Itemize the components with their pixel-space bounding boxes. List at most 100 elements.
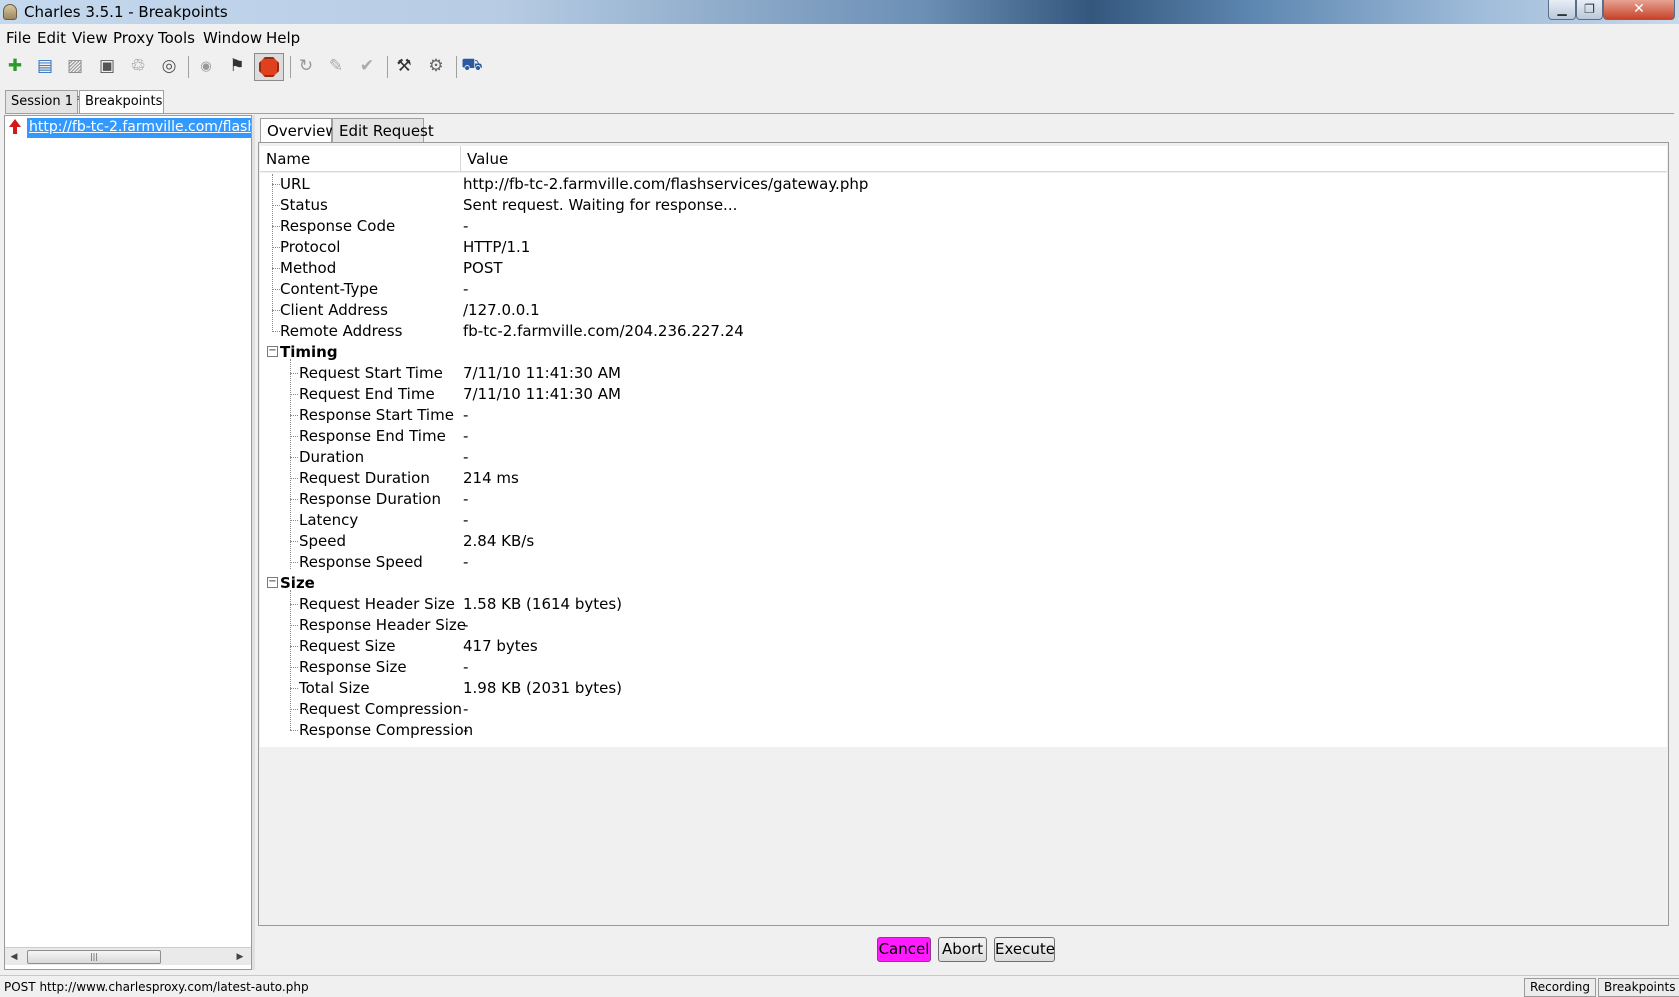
scroll-thumb[interactable]: ||| <box>27 950 161 964</box>
row-name: Request Size <box>299 637 396 655</box>
validate-icon[interactable]: ✔ <box>355 54 379 78</box>
column-header-value[interactable]: Value <box>467 150 508 168</box>
menu-proxy[interactable]: Proxy <box>113 29 154 47</box>
settings-icon[interactable]: ⚙ <box>424 54 448 78</box>
row-value: 214 ms <box>463 469 519 487</box>
tree-item-url[interactable]: http://fb-tc-2.farmville.com/flashservic… <box>27 118 251 138</box>
tools-icon[interactable]: ⚒ <box>392 54 416 78</box>
row-name: Response Size <box>299 658 407 676</box>
row-value: - <box>463 427 469 445</box>
minimize-button[interactable]: ▁ <box>1548 0 1576 20</box>
open-icon[interactable]: ▤ <box>33 54 57 78</box>
table-row[interactable]: Response Duration - <box>260 489 1667 510</box>
cancel-button[interactable]: Cancel <box>877 937 931 962</box>
column-header-name[interactable]: Name <box>266 150 310 168</box>
table-row[interactable]: Request Start Time 7/11/10 11:41:30 AM <box>260 363 1667 384</box>
tree-line <box>290 359 291 569</box>
tree-connector <box>290 667 298 668</box>
throttle-icon[interactable]: ⚑ <box>225 54 249 78</box>
table-row[interactable]: Speed 2.84 KB/s <box>260 531 1667 552</box>
save-icon[interactable]: ▣ <box>95 54 119 78</box>
table-row[interactable]: URL http://fb-tc-2.farmville.com/flashser… <box>260 174 1667 195</box>
row-value: 2.84 KB/s <box>463 532 535 550</box>
edit-icon[interactable]: ✎ <box>324 54 348 78</box>
tab-overview[interactable]: Overview <box>260 118 338 142</box>
repeat-icon[interactable]: ↻ <box>294 54 318 78</box>
row-name: Method <box>280 259 337 277</box>
abort-button[interactable]: Abort <box>938 937 987 962</box>
table-row[interactable]: Request Duration 214 ms <box>260 468 1667 489</box>
maximize-button[interactable]: ❐ <box>1576 0 1603 20</box>
tree-horizontal-scrollbar[interactable]: ◀ ||| ▶ <box>5 947 251 965</box>
table-row[interactable]: Response Compression - <box>260 720 1667 741</box>
menu-help[interactable]: Help <box>266 29 300 47</box>
scroll-right-icon[interactable]: ▶ <box>233 950 247 964</box>
row-value: fb-tc-2.farmville.com/204.236.227.24 <box>463 322 744 340</box>
table-row[interactable]: Response Code - <box>260 216 1667 237</box>
table-row[interactable]: Status Sent request. Waiting for response… <box>260 195 1667 216</box>
request-arrow-icon <box>7 119 23 135</box>
status-bar: POST http://www.charlesproxy.com/latest-… <box>0 975 1679 997</box>
table-row[interactable]: Duration - <box>260 447 1667 468</box>
find-icon[interactable]: ◎ <box>157 54 181 78</box>
table-row[interactable]: Request Compression - <box>260 699 1667 720</box>
row-name: Speed <box>299 532 347 550</box>
row-value: 7/11/10 11:41:30 AM <box>463 385 621 403</box>
tree-connector <box>290 688 298 689</box>
column-divider[interactable] <box>460 146 461 172</box>
tab-session-1[interactable]: Session 1 * <box>5 90 84 113</box>
collapse-toggle-icon[interactable]: − <box>267 577 278 588</box>
tree-connector <box>272 205 280 206</box>
table-row[interactable]: Request End Time 7/11/10 11:41:30 AM <box>260 384 1667 405</box>
menu-window[interactable]: Window <box>203 29 262 47</box>
record-icon[interactable]: ◉ <box>194 54 218 78</box>
tree-line <box>272 174 273 332</box>
tab-breakpoints[interactable]: Breakpoints <box>79 90 164 113</box>
tree-connector <box>272 184 280 185</box>
table-row[interactable]: Method POST <box>260 258 1667 279</box>
table-row[interactable]: Response Size - <box>260 657 1667 678</box>
row-value: HTTP/1.1 <box>463 238 531 256</box>
shopping-cart-icon[interactable]: ⛟ <box>460 54 484 78</box>
row-value: - <box>463 721 469 739</box>
table-row[interactable]: Request Header Size 1.58 KB (1614 bytes) <box>260 594 1667 615</box>
execute-button[interactable]: Execute <box>994 937 1055 962</box>
table-row[interactable]: Response End Time - <box>260 426 1667 447</box>
menu-view[interactable]: View <box>72 29 108 47</box>
row-name: Request Start Time <box>299 364 443 382</box>
collapse-toggle-icon[interactable]: − <box>267 346 278 357</box>
tab-edit-request[interactable]: Edit Request <box>332 118 434 142</box>
table-group-row[interactable]: − Size <box>260 573 1667 594</box>
breakpoints-icon[interactable] <box>254 53 284 81</box>
table-row[interactable]: Request Size 417 bytes <box>260 636 1667 657</box>
clear-icon[interactable]: ♲ <box>126 54 150 78</box>
scroll-left-icon[interactable]: ◀ <box>7 950 21 964</box>
table-row[interactable]: Response Speed - <box>260 552 1667 573</box>
row-value: - <box>463 406 469 424</box>
close-button[interactable]: ✕ <box>1603 0 1675 20</box>
row-name: Response Header Size <box>299 616 466 634</box>
table-row[interactable]: Response Start Time - <box>260 405 1667 426</box>
new-session-icon[interactable]: ✚ <box>3 54 27 78</box>
menu-tools[interactable]: Tools <box>158 29 195 47</box>
table-row[interactable]: Client Address/127.0.0.1 <box>260 300 1667 321</box>
recording-status-button[interactable]: Recording <box>1524 978 1597 997</box>
close-session-icon[interactable]: ▨ <box>63 54 87 78</box>
table-row[interactable]: Remote Address fb-tc-2.farmville.com/204.… <box>260 321 1667 342</box>
table-header: Name Value <box>260 146 1667 172</box>
table-row[interactable]: Response Header Size - <box>260 615 1667 636</box>
row-name: Response Start Time <box>299 406 454 424</box>
table-row[interactable]: Latency - <box>260 510 1667 531</box>
breakpoints-status-button[interactable]: Breakpoints <box>1598 978 1679 997</box>
row-name: Request Duration <box>299 469 430 487</box>
overview-table: URL http://fb-tc-2.farmville.com/flashser… <box>260 173 1667 747</box>
menu-edit[interactable]: Edit <box>37 29 66 47</box>
table-group-row[interactable]: − Timing <box>260 342 1667 363</box>
table-row[interactable]: Content-Type - <box>260 279 1667 300</box>
table-row[interactable]: Total Size 1.98 KB (2031 bytes) <box>260 678 1667 699</box>
row-name: Size <box>280 574 315 592</box>
split-divider[interactable] <box>252 115 255 970</box>
table-row[interactable]: Protocol HTTP/1.1 <box>260 237 1667 258</box>
menu-file[interactable]: File <box>6 29 31 47</box>
toolbar-separator <box>387 56 388 78</box>
